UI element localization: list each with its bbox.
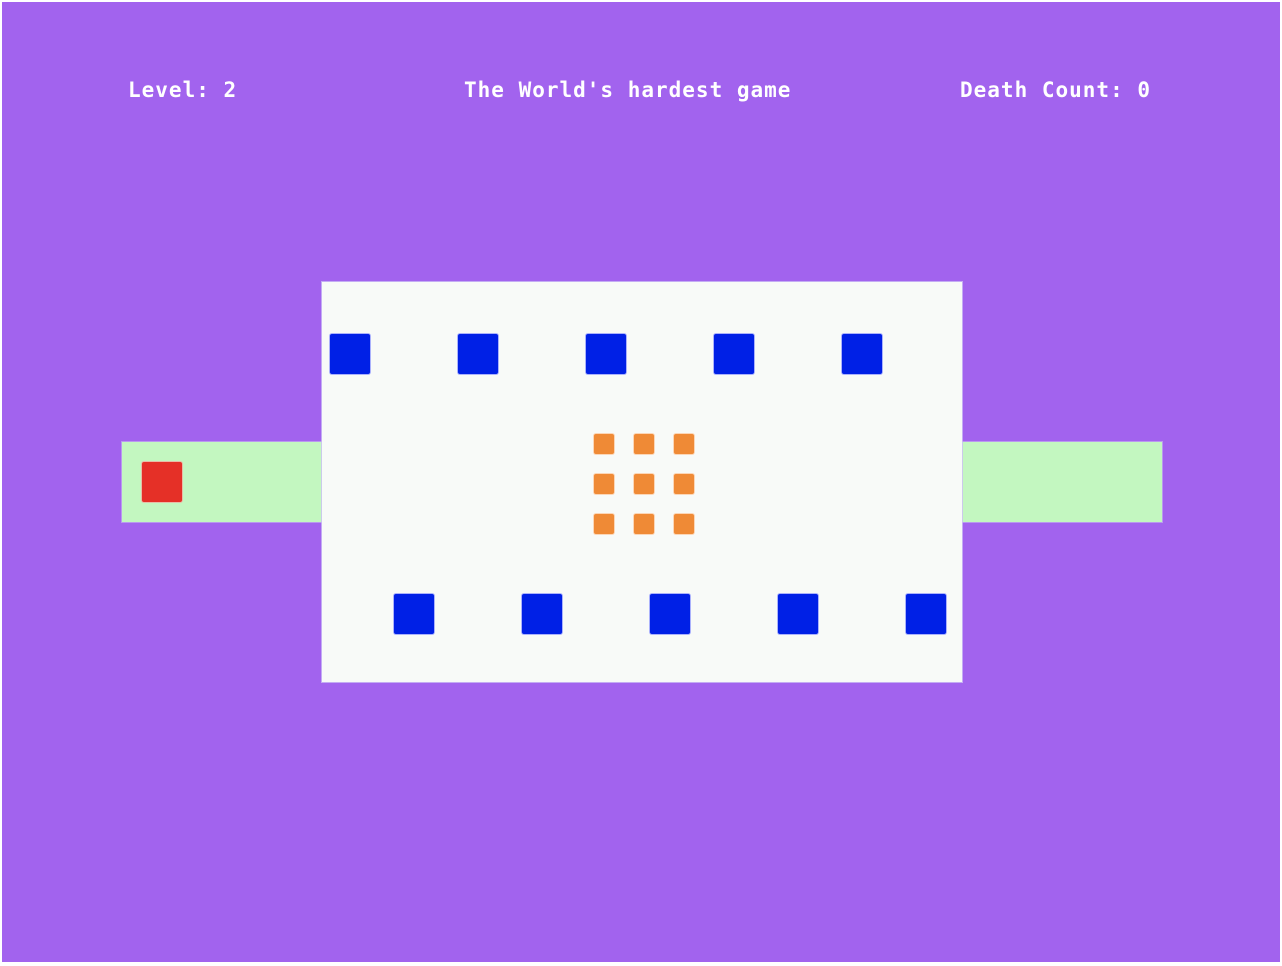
enemy-square xyxy=(330,334,370,374)
game-title: The World's hardest game xyxy=(464,78,792,102)
goal-safe-zone xyxy=(962,442,1162,522)
enemy-square xyxy=(394,594,434,634)
enemy-square xyxy=(842,334,882,374)
coin xyxy=(674,434,694,454)
level-label: Level: 2 xyxy=(128,78,238,102)
coin xyxy=(674,514,694,534)
enemy-square xyxy=(458,334,498,374)
death-count-label: Death Count: 0 xyxy=(960,78,1152,102)
enemy-square xyxy=(586,334,626,374)
game-screen[interactable]: Level: 2 The World's hardest game Death … xyxy=(2,2,1280,962)
game-arena xyxy=(322,282,962,682)
coin xyxy=(674,474,694,494)
coin xyxy=(594,514,614,534)
coin xyxy=(594,474,614,494)
coin xyxy=(634,514,654,534)
coin xyxy=(634,434,654,454)
coin xyxy=(634,474,654,494)
enemy-square xyxy=(522,594,562,634)
enemy-square xyxy=(714,334,754,374)
enemy-square xyxy=(650,594,690,634)
enemy-square xyxy=(906,594,946,634)
enemy-square xyxy=(778,594,818,634)
coin xyxy=(594,434,614,454)
player-square[interactable] xyxy=(142,462,182,502)
